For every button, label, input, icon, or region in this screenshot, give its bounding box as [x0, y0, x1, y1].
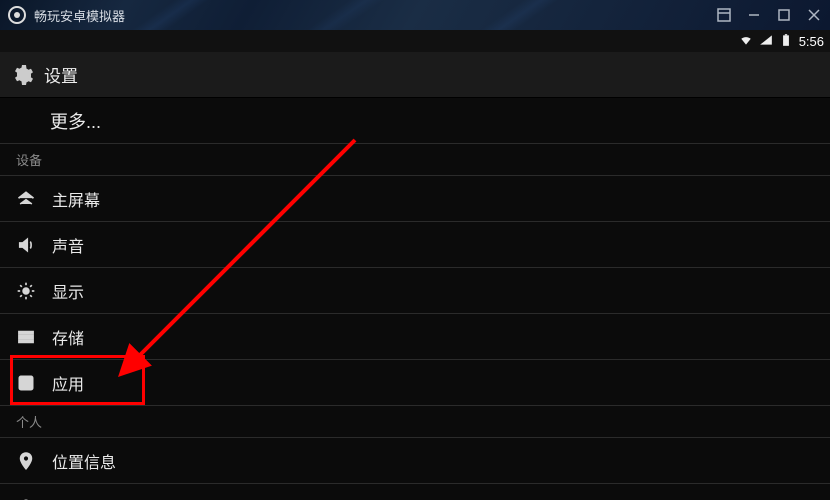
minimize-button[interactable]	[746, 7, 762, 23]
wifi-icon	[739, 33, 753, 50]
row-display[interactable]: 显示	[0, 268, 830, 314]
section-device: 设备	[0, 144, 830, 176]
app-logo-icon	[8, 6, 26, 24]
row-sound-label: 声音	[52, 233, 84, 257]
android-statusbar: 5:56	[0, 30, 830, 52]
location-icon	[16, 451, 36, 471]
signal-icon	[759, 33, 773, 50]
row-security[interactable]: 安全	[0, 484, 830, 500]
speaker-icon	[16, 235, 36, 255]
row-sound[interactable]: 声音	[0, 222, 830, 268]
more-row[interactable]: 更多...	[0, 98, 830, 144]
row-display-label: 显示	[52, 279, 84, 303]
section-device-label: 设备	[16, 150, 42, 169]
status-time: 5:56	[799, 34, 824, 49]
header-title: 设置	[44, 62, 78, 87]
row-apps-label: 应用	[52, 371, 84, 395]
row-storage[interactable]: 存储	[0, 314, 830, 360]
more-label: 更多...	[50, 108, 101, 134]
row-home[interactable]: 主屏幕	[0, 176, 830, 222]
maximize-button[interactable]	[776, 7, 792, 23]
storage-icon	[16, 327, 36, 347]
window-titlebar: 畅玩安卓模拟器	[0, 0, 830, 30]
row-security-label: 安全	[52, 495, 84, 500]
row-home-label: 主屏幕	[52, 187, 100, 211]
row-location[interactable]: 位置信息	[0, 438, 830, 484]
brightness-icon	[16, 281, 36, 301]
gear-icon	[10, 63, 34, 87]
window-menu-button[interactable]	[716, 7, 732, 23]
row-location-label: 位置信息	[52, 449, 116, 473]
settings-header: 设置	[0, 52, 830, 98]
settings-list: 更多... 设备 主屏幕 声音 显示 存储 应用 个人	[0, 98, 830, 500]
home-icon	[16, 189, 36, 209]
section-personal-label: 个人	[16, 412, 42, 431]
close-button[interactable]	[806, 7, 822, 23]
row-storage-label: 存储	[52, 325, 84, 349]
apps-icon	[16, 373, 36, 393]
window-title: 畅玩安卓模拟器	[34, 6, 716, 25]
row-apps[interactable]: 应用	[0, 360, 830, 406]
battery-icon	[779, 33, 793, 50]
window-controls	[716, 7, 822, 23]
section-personal: 个人	[0, 406, 830, 438]
